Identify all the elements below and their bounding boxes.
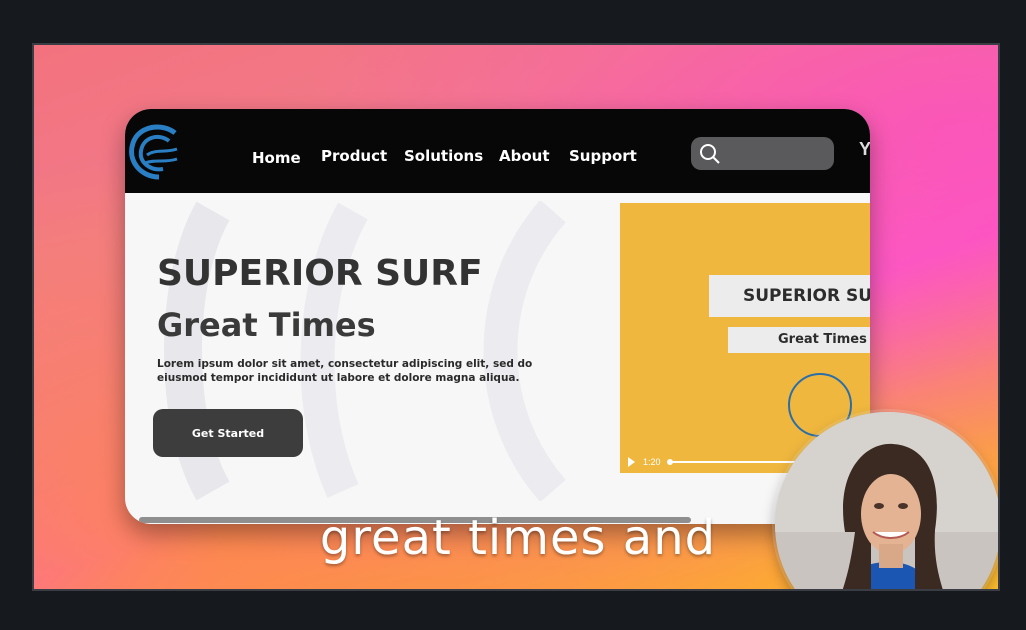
nav-extra-item[interactable]: Y: [859, 139, 870, 160]
wave-logo-icon[interactable]: [125, 119, 183, 185]
hero-title: SUPERIOR SURF: [157, 253, 483, 294]
video-time: 1:20: [643, 457, 661, 467]
subtitle-caption: great times and: [0, 514, 1026, 562]
website-preview-window: Home Product Solutions About Support Y S…: [125, 109, 870, 524]
caption-text: great times and: [319, 510, 717, 566]
nav-about[interactable]: About: [499, 147, 550, 165]
video-subtitle-banner: Great Times: [728, 327, 870, 353]
nav-product[interactable]: Product: [321, 147, 387, 165]
hero-subtitle: Great Times: [157, 306, 376, 344]
presentation-stage: Home Product Solutions About Support Y S…: [32, 43, 1000, 591]
search-icon: [700, 144, 720, 164]
site-navbar: Home Product Solutions About Support Y: [125, 109, 870, 193]
play-icon[interactable]: [628, 457, 635, 467]
nav-solutions[interactable]: Solutions: [404, 147, 483, 165]
video-title-banner: SUPERIOR SU: [709, 275, 870, 317]
hero-body-text: Lorem ipsum dolor sit amet, consectetur …: [157, 358, 533, 384]
nav-support[interactable]: Support: [569, 147, 637, 165]
get-started-button[interactable]: Get Started: [153, 409, 303, 457]
nav-home[interactable]: Home: [252, 149, 301, 167]
search-input[interactable]: [691, 137, 834, 170]
